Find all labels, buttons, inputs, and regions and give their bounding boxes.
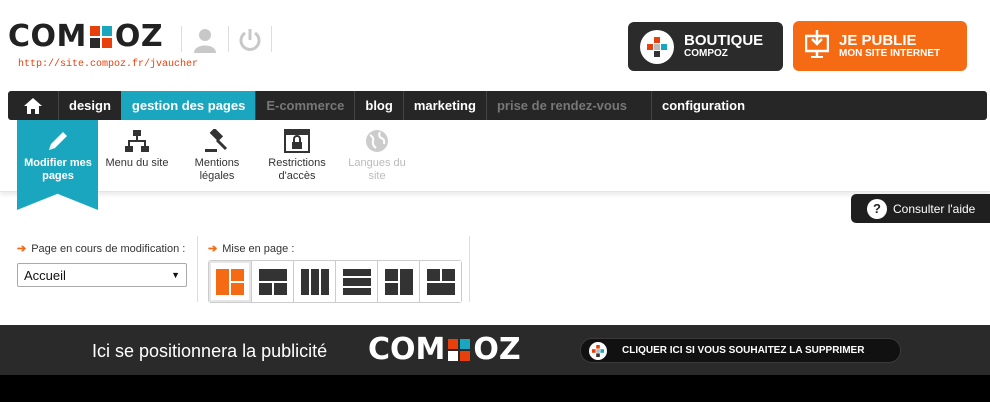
question-icon: ? [867, 198, 887, 219]
ad-logo-text-right: OZ [473, 332, 521, 367]
tool-mentions-legales-label: Mentions légales [194, 157, 240, 182]
logo-mark-icon [448, 339, 471, 361]
compoz-cross-icon [640, 29, 674, 64]
nav-item-prise-de-rendez-vous[interactable]: prise de rendez-vous [485, 91, 651, 120]
header: COM OZ http://site.compoz.fr/jvaucher BO… [0, 0, 990, 88]
tool-modifier-pages[interactable]: Modifier mes pages [20, 128, 96, 183]
tool-restrictions-acces[interactable]: Restrictions d'accès [259, 128, 335, 183]
header-divider [181, 26, 182, 52]
tool-modifier-pages-label: Modifier mes pages [24, 157, 92, 182]
arrow-right-icon: ➔ [208, 243, 218, 255]
page: COM OZ http://site.compoz.fr/jvaucher BO… [0, 0, 990, 402]
layout-selector [208, 260, 462, 303]
tool-menu-du-site[interactable]: Menu du site [99, 128, 175, 170]
boutique-button[interactable]: BOUTIQUE COMPOZ [628, 22, 783, 71]
layout-6-icon[interactable] [419, 261, 461, 302]
layout-5-icon[interactable] [377, 261, 419, 302]
publish-button[interactable]: JE PUBLIE MON SITE INTERNET [793, 21, 967, 71]
ad-banner: Ici se positionnera la publicité COM OZ … [0, 325, 990, 375]
logo-mark-icon [89, 26, 112, 48]
compoz-ad-logo[interactable]: COM OZ [368, 335, 521, 365]
nav-item-design[interactable]: design [58, 91, 121, 120]
tool-restrictions-acces-label: Restrictions d'accès [268, 157, 326, 182]
tool-mentions-legales[interactable]: Mentions légales [179, 128, 255, 183]
layout-label: ➔ Mise en page : [208, 242, 295, 256]
pencil-icon [20, 128, 96, 154]
nav-item-gestion-des-pages[interactable]: gestion des pages [120, 91, 256, 120]
lock-window-icon [259, 128, 335, 154]
remove-ad-button[interactable]: CLIQUER ICI SI VOUS SOUHAITEZ LA SUPPRIM… [580, 338, 901, 363]
publish-subtitle: MON SITE INTERNET [839, 47, 941, 59]
options-divider [197, 236, 198, 302]
boutique-title: BOUTIQUE [684, 32, 764, 49]
page-selector-label-text: Page en cours de modification : [31, 242, 186, 255]
bottom-strip [0, 375, 990, 402]
compoz-cross-icon [589, 341, 607, 360]
sitemap-icon [99, 128, 175, 154]
remove-ad-label: CLIQUER ICI SI VOUS SOUHAITEZ LA SUPPRIM… [622, 345, 865, 356]
options-divider [469, 236, 470, 302]
layout-3-icon[interactable] [293, 261, 335, 302]
publish-title: JE PUBLIE [839, 31, 917, 49]
gavel-icon [179, 128, 255, 154]
header-divider [271, 26, 272, 52]
logo-text-right: OZ [114, 19, 164, 54]
help-label: Consulter l'aide [893, 201, 976, 216]
site-url-link[interactable]: http://site.compoz.fr/jvaucher [18, 59, 198, 70]
user-icon[interactable] [190, 25, 220, 55]
tool-menu-du-site-label: Menu du site [105, 157, 169, 169]
globe-icon [339, 128, 415, 154]
power-icon[interactable] [235, 25, 265, 55]
layout-4-icon[interactable] [335, 261, 377, 302]
dropdown-arrow-icon: ▼ [171, 270, 180, 280]
layout-1-icon[interactable] [209, 261, 251, 302]
nav-item-e-commerce[interactable]: E-commerce [255, 91, 354, 120]
monitor-upload-icon [804, 29, 830, 63]
page-selector-label: ➔ Page en cours de modification : [17, 242, 186, 256]
layout-label-text: Mise en page : [222, 242, 295, 255]
boutique-subtitle: COMPOZ [684, 48, 728, 59]
ad-text: Ici se positionnera la publicité [92, 341, 328, 361]
tool-langues-du-site[interactable]: Langues du site [339, 128, 415, 183]
ad-logo-text-left: COM [368, 332, 446, 367]
compoz-logo[interactable]: COM OZ [8, 22, 163, 52]
nav-item-blog[interactable]: blog [354, 91, 402, 120]
nav-item-marketing[interactable]: marketing [402, 91, 486, 120]
arrow-right-icon: ➔ [17, 243, 27, 255]
layout-2-icon[interactable] [251, 261, 293, 302]
nav-item-configuration[interactable]: configuration [651, 91, 755, 120]
page-select-value: Accueil [24, 267, 66, 283]
help-button[interactable]: ? Consulter l'aide [851, 194, 990, 223]
logo-text-left: COM [8, 19, 87, 54]
header-divider [228, 26, 229, 52]
page-select[interactable]: Accueil ▼ [17, 263, 187, 287]
main-nav: design gestion des pages E-commerce blog… [8, 91, 987, 120]
tool-langues-du-site-label: Langues du site [348, 157, 406, 182]
home-icon[interactable] [8, 91, 58, 120]
